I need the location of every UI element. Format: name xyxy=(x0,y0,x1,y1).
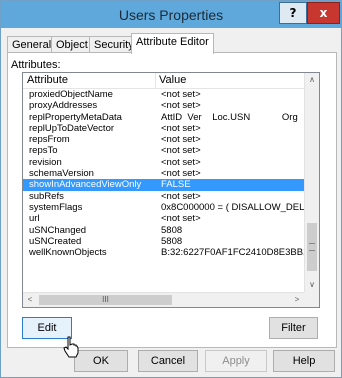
properties-dialog: Users Properties ? x General Object Secu… xyxy=(0,0,342,378)
title-bar[interactable]: Users Properties ? x xyxy=(1,1,341,28)
table-row[interactable]: uSNCreated 5808 xyxy=(23,236,304,247)
close-button[interactable]: x xyxy=(307,2,340,24)
attribute-name: replUpToDateVector xyxy=(29,122,115,134)
table-row[interactable]: schemaVersion <not set> xyxy=(23,168,304,179)
attribute-value: <not set> xyxy=(161,156,201,168)
tab-general[interactable]: General xyxy=(7,36,57,53)
horizontal-scrollbar[interactable]: < III > xyxy=(23,292,304,307)
attribute-name: systemFlags xyxy=(29,201,83,213)
column-header-value[interactable]: Value xyxy=(159,73,186,88)
help-title-button[interactable]: ? xyxy=(279,2,307,24)
attribute-value: <not set> xyxy=(161,145,201,157)
table-row[interactable]: revision <not set> xyxy=(23,157,304,168)
scroll-down-icon[interactable]: ∨ xyxy=(305,278,319,292)
attribute-name: proxiedObjectName xyxy=(29,89,113,100)
attribute-name: subRefs xyxy=(29,190,64,202)
attribute-name: uSNCreated xyxy=(29,235,82,247)
attribute-value: 5808 xyxy=(161,224,183,236)
attribute-value: <not set> xyxy=(161,122,201,134)
horizontal-scroll-thumb[interactable]: III xyxy=(39,295,172,305)
attribute-value: <not set> xyxy=(161,89,201,100)
table-row[interactable]: replPropertyMetaData AttID Ver Loc.USN Or… xyxy=(23,112,304,123)
attribute-name: uSNChanged xyxy=(29,224,87,236)
ok-button[interactable]: OK xyxy=(74,350,128,372)
attribute-name: proxyAddresses xyxy=(29,100,98,112)
table-row[interactable]: replUpToDateVector <not set> xyxy=(23,123,304,134)
tab-object[interactable]: Object xyxy=(51,36,93,53)
apply-button[interactable]: Apply xyxy=(205,350,267,372)
attribute-value: <not set> xyxy=(161,134,201,146)
attribute-value: <not set> xyxy=(161,213,201,225)
table-row[interactable]: subRefs <not set> xyxy=(23,191,304,202)
attribute-value: AttID Ver Loc.USN Org xyxy=(161,111,298,123)
attribute-name: schemaVersion xyxy=(29,168,94,180)
attribute-name: wellKnownObjects xyxy=(29,247,107,259)
edit-button[interactable]: Edit xyxy=(22,317,72,339)
table-row[interactable]: repsFrom <not set> xyxy=(23,134,304,145)
scrollbar-corner xyxy=(304,292,319,307)
attribute-name: repsTo xyxy=(29,145,58,157)
table-row[interactable]: systemFlags 0x8C000000 = ( DISALLOW_DELET… xyxy=(23,201,319,213)
attribute-rows: proxiedObjectName <not set> proxyAddresse… xyxy=(23,89,319,259)
vertical-scrollbar[interactable]: ∧ ∨ xyxy=(304,73,319,292)
column-header-attribute[interactable]: Attribute xyxy=(27,73,156,88)
attributes-label: Attributes: xyxy=(11,59,61,71)
attribute-value: 5808 xyxy=(161,235,183,247)
attribute-name: revision xyxy=(29,156,62,168)
attribute-value: 0x8C000000 = ( DISALLOW_DELETE xyxy=(161,201,320,213)
attribute-value: <not set> xyxy=(161,190,201,202)
scroll-up-icon[interactable]: ∧ xyxy=(305,73,319,87)
attribute-name: url xyxy=(29,213,40,225)
attribute-value: B:32:6227F0AF1FC2410D8E3BB1 xyxy=(161,247,309,259)
table-row[interactable]: proxyAddresses <not set> xyxy=(23,100,304,111)
scroll-left-icon[interactable]: < xyxy=(23,293,37,307)
attribute-value: <not set> xyxy=(161,168,201,180)
table-row[interactable]: uSNChanged 5808 xyxy=(23,225,304,236)
attribute-name: showInAdvancedViewOnly xyxy=(29,179,142,191)
attribute-name: replPropertyMetaData xyxy=(29,111,122,123)
table-row[interactable]: repsTo <not set> xyxy=(23,145,304,156)
table-row[interactable]: proxiedObjectName <not set> xyxy=(23,89,304,100)
help-button[interactable]: Help xyxy=(273,350,335,372)
grip-icon: III xyxy=(102,295,109,304)
table-row-selected[interactable]: showInAdvancedViewOnly FALSE xyxy=(23,179,304,191)
table-row[interactable]: url <not set> xyxy=(23,213,304,224)
attribute-value: <not set> xyxy=(161,100,201,112)
tab-attribute-editor[interactable]: Attribute Editor xyxy=(131,33,214,54)
attribute-value: FALSE xyxy=(161,179,191,191)
scroll-right-icon[interactable]: > xyxy=(290,293,304,307)
attributes-list[interactable]: Attribute Value proxiedObjectName <not se… xyxy=(22,72,320,308)
list-header: Attribute Value xyxy=(23,73,304,89)
attribute-name: repsFrom xyxy=(29,134,70,146)
cancel-button[interactable]: Cancel xyxy=(138,350,198,372)
table-row[interactable]: wellKnownObjects B:32:6227F0AF1FC2410D8E3… xyxy=(23,247,308,259)
filter-button[interactable]: Filter xyxy=(269,317,318,339)
vertical-scroll-thumb[interactable] xyxy=(307,223,317,271)
grip-icon xyxy=(309,243,315,251)
